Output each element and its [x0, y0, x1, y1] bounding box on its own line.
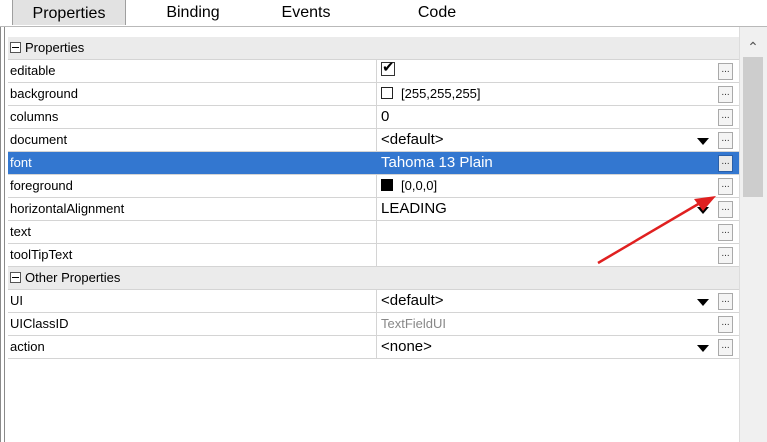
annotation-arrow-icon	[597, 196, 716, 265]
arrow-shaft	[597, 201, 701, 265]
